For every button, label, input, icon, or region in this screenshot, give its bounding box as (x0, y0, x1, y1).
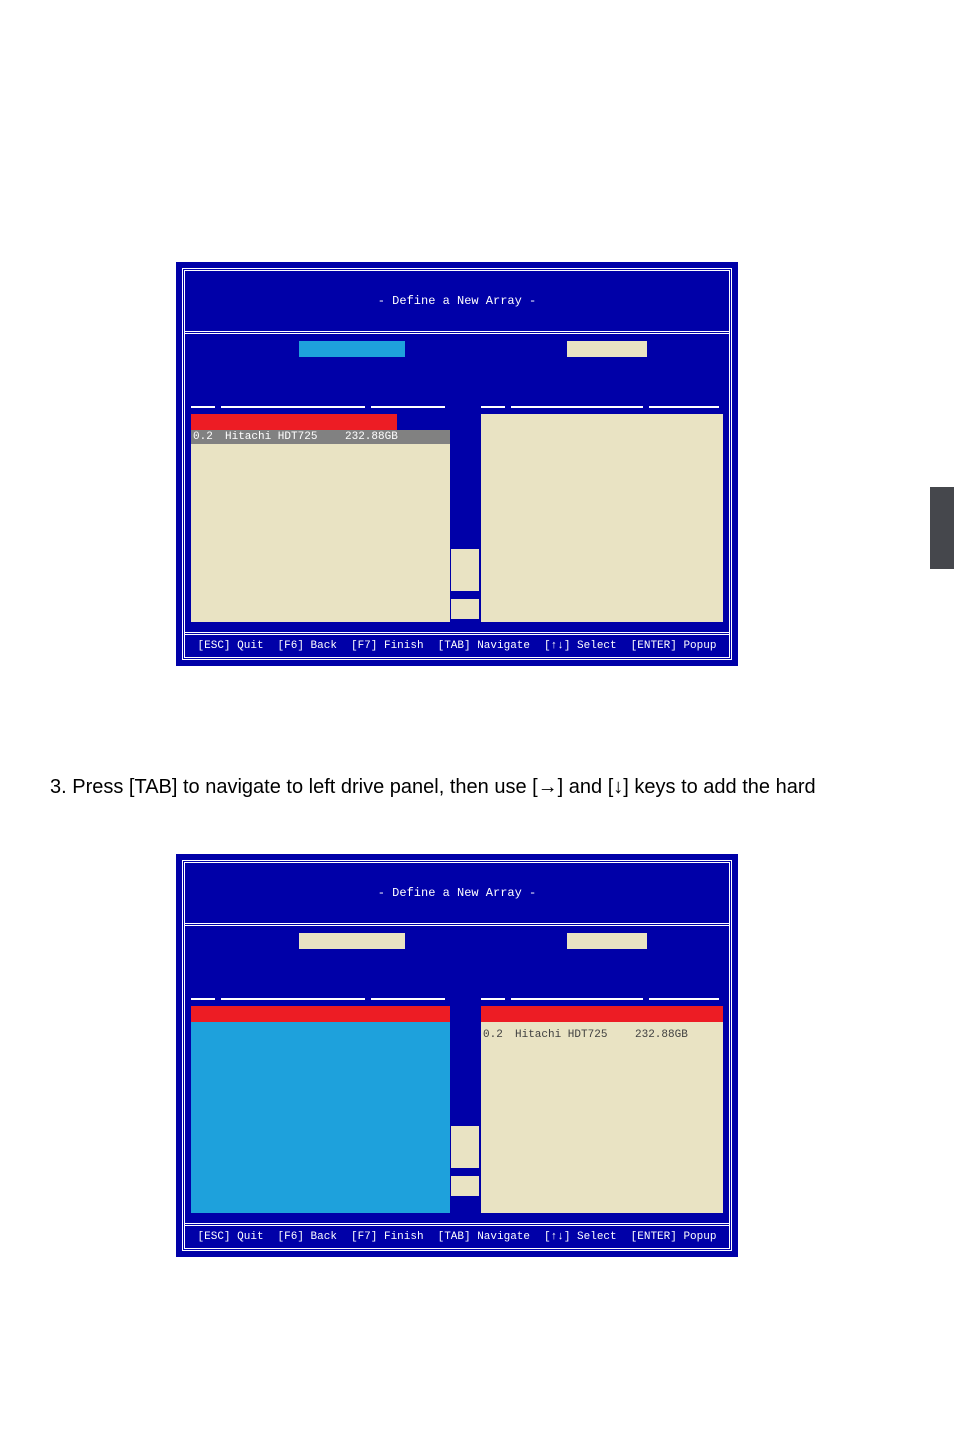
bios-status-bar: [ESC] Quit [F6] Back [F7] Finish [TAB] N… (185, 632, 729, 657)
key-f6-back: [F6] Back (278, 640, 337, 652)
free-disks-header (191, 1006, 450, 1022)
key-esc-quit: [ESC] Quit (198, 640, 264, 652)
array-disks-panel[interactable]: 0.2 Hitachi HDT725 232.88GB 0.2 Hitachi … (481, 1006, 723, 1213)
key-f7-finish: [F7] Finish (351, 640, 424, 652)
drive-port: 0.2 (193, 431, 215, 443)
bios-title-region: - Define a New Array - (185, 863, 729, 926)
array-disks-list-bg (481, 1022, 723, 1213)
key-arrows-select: [↑↓] Select (544, 1231, 617, 1243)
bios-title: - Define a New Array - (378, 294, 536, 308)
key-f7-finish: [F7] Finish (351, 1231, 424, 1243)
array-disks-panel[interactable] (481, 414, 723, 622)
bios-frame: - Define a New Array - (182, 860, 732, 1251)
bios-panel-1: - Define a New Array - 0.2 (176, 262, 738, 666)
stripe-block-field[interactable] (567, 341, 647, 357)
page-side-tab (930, 487, 954, 569)
drive-port: 0.2 (483, 1029, 505, 1041)
free-disks-header (191, 414, 397, 430)
bios-body: 0.2 Hitachi HDT725 232.88GB (185, 334, 729, 632)
raid-mode-field[interactable] (299, 341, 405, 357)
key-enter-popup: [ENTER] Popup (631, 640, 717, 652)
free-disks-panel[interactable]: 0.2 Hitachi HDT725 232.88GB (191, 414, 450, 622)
instruction-step-3: 3. Press [TAB] to navigate to left drive… (50, 776, 900, 799)
field-row (185, 930, 729, 952)
bios-title: - Define a New Array - (378, 886, 536, 900)
drive-model: Hitachi HDT725 (515, 1029, 625, 1041)
key-esc-quit: [ESC] Quit (198, 1231, 264, 1243)
field-row (185, 338, 729, 360)
free-disks-list-selected[interactable] (191, 1022, 450, 1213)
bios-title-region: - Define a New Array - (185, 271, 729, 334)
bios-status-bar: [ESC] Quit [F6] Back [F7] Finish [TAB] N… (185, 1223, 729, 1248)
drive-model: Hitachi HDT725 (225, 431, 335, 443)
bios-panel-2: - Define a New Array - (176, 854, 738, 1257)
array-disks-header (481, 1006, 723, 1022)
array-disks-list[interactable] (481, 414, 723, 622)
free-disks-panel[interactable] (191, 1006, 450, 1213)
raid-mode-field[interactable] (299, 933, 405, 949)
transfer-arrows[interactable] (451, 549, 479, 619)
stripe-block-field[interactable] (567, 933, 647, 949)
transfer-arrows[interactable] (451, 1126, 479, 1196)
key-tab-navigate: [TAB] Navigate (438, 640, 530, 652)
key-arrows-select: [↑↓] Select (544, 640, 617, 652)
drive-row-array[interactable]: 0.2 Hitachi HDT725 232.88GB (481, 1028, 723, 1042)
drive-row-free[interactable]: 0.2 Hitachi HDT725 232.88GB (191, 430, 450, 444)
bios-frame: - Define a New Array - 0.2 (182, 268, 732, 660)
key-enter-popup: [ENTER] Popup (631, 1231, 717, 1243)
key-tab-navigate: [TAB] Navigate (438, 1231, 530, 1243)
bios-body: 0.2 Hitachi HDT725 232.88GB 0.2 Hitachi … (185, 926, 729, 1223)
drive-capacity: 232.88GB (345, 431, 415, 443)
key-f6-back: [F6] Back (278, 1231, 337, 1243)
drive-capacity: 232.88GB (635, 1029, 705, 1041)
free-disks-list[interactable] (191, 444, 450, 622)
